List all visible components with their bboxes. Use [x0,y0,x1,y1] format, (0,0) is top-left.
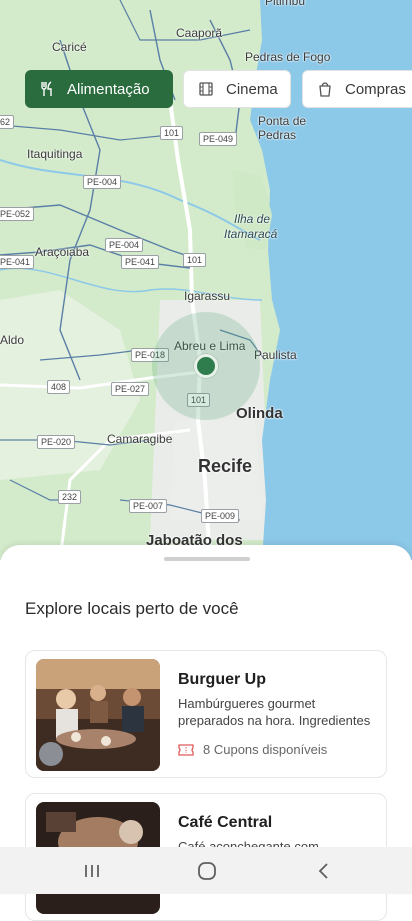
place-label: Ponta de Pedras [258,114,307,142]
place-label: Caaporã [176,26,223,40]
road-shield: 101 [183,253,207,267]
road-shield: PE-004 [105,238,144,252]
place-label: Araçoiaba [35,245,90,259]
shopping-bag-icon [319,82,331,97]
place-label: Ilha de [234,212,271,226]
road-shield: 101 [160,126,184,140]
sheet-title: Explore locais perto de você [25,599,239,618]
sheet-drag-handle[interactable] [164,557,250,561]
road-shield: 408 [47,380,71,394]
road-shield: PE-004 [83,175,122,189]
place-name: Burguer Up [178,671,266,688]
place-label: Olinda [236,405,283,422]
place-description-line: Hambúrgueres gourmet [178,696,316,711]
road-shield: PE-041 [121,255,160,269]
place-label: Igarassu [184,289,231,303]
place-label: Paulista [254,348,297,362]
road-shield: PE-049 [199,132,238,146]
place-label: Caricé [52,40,87,54]
current-location-marker[interactable] [194,354,218,378]
place-description-line: preparados na hora. Ingredientes [178,713,371,728]
road-shield: 62 [0,115,15,129]
road-shield: PE-020 [37,435,76,449]
place-label: Recife [198,456,253,476]
place-label: Pedras de Fogo [245,50,331,64]
place-name: Café Central [178,814,273,831]
place-label: Itamaracá [224,227,278,241]
chip-label: Alimentação [67,80,150,98]
road-shield: PE-052 [0,207,35,221]
utensils-icon [41,81,52,96]
road-shield: 232 [58,490,82,504]
place-label: Camaragibe [107,432,173,446]
category-chips: Alimentação Cinema Compras [0,70,412,110]
road-shield: PE-007 [129,499,168,513]
coupon-count[interactable]: 8 Cupons disponíveis [178,742,327,757]
place-card-burguer-up[interactable]: Burguer Up Hambúrgueres gourmet preparad… [25,650,387,778]
recent-apps-icon[interactable] [80,859,104,883]
road-shield: PE-041 [0,255,35,269]
place-label: Itaquitinga [27,147,83,161]
place-description: Hambúrgueres gourmet preparados na hora.… [178,695,383,729]
system-navigation-bar [0,847,412,894]
road-shield: PE-009 [201,509,240,523]
chip-label: Cinema [226,80,278,98]
place-label: Aldo [0,333,25,347]
back-icon[interactable] [312,859,336,883]
road-shield: PE-027 [111,382,150,396]
ticket-icon [178,743,194,756]
chip-alimentacao[interactable]: Alimentação [25,70,173,108]
places-bottom-sheet[interactable]: Explore locais perto de você Burguer Up [0,545,412,921]
chip-compras[interactable]: Compras [302,70,412,108]
home-icon[interactable] [195,859,219,883]
place-label: Pitimbu [265,0,306,8]
place-photo [36,659,160,771]
chip-label: Compras [345,80,406,98]
film-icon [199,82,213,96]
chip-cinema[interactable]: Cinema [183,70,291,108]
coupon-label: 8 Cupons disponíveis [203,742,328,757]
